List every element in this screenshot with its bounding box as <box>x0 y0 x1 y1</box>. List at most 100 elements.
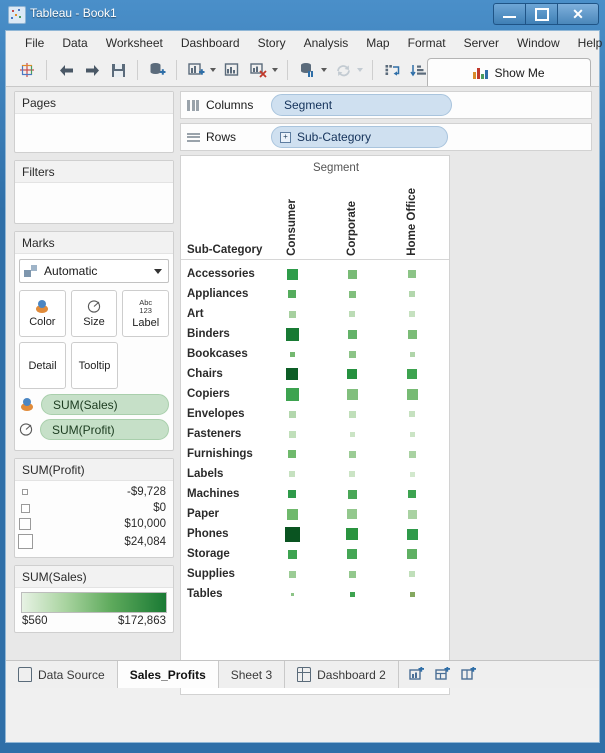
marks-pill-profit[interactable]: SUM(Profit) <box>15 419 173 446</box>
refresh-icon[interactable] <box>330 57 356 83</box>
mark-square[interactable] <box>406 388 418 400</box>
show-me-button[interactable]: Show Me <box>427 58 591 86</box>
mark-square[interactable] <box>409 351 415 357</box>
mark-square[interactable] <box>287 549 297 559</box>
mark-square[interactable] <box>285 387 299 401</box>
mark-square[interactable] <box>288 430 296 438</box>
mark-square[interactable] <box>409 471 415 477</box>
mark-square[interactable] <box>288 290 296 298</box>
size-button[interactable]: Size <box>70 290 118 337</box>
rows-shelf[interactable]: Rows + Sub-Category <box>180 123 592 151</box>
marks-pill-sales[interactable]: SUM(Sales) <box>15 394 173 415</box>
pages-drop-area[interactable] <box>15 114 173 158</box>
close-button[interactable]: ✕ <box>557 3 599 25</box>
mark-square[interactable] <box>408 490 416 498</box>
row-header-storage[interactable]: Storage <box>187 548 230 560</box>
mark-square[interactable] <box>347 549 357 559</box>
mark-square[interactable] <box>347 269 357 279</box>
mark-square[interactable] <box>409 431 415 437</box>
menu-item-data[interactable]: Data <box>53 33 96 53</box>
mark-square[interactable] <box>348 350 356 358</box>
mark-square[interactable] <box>288 490 296 498</box>
size-legend-item[interactable]: $10,000 <box>15 516 173 532</box>
pill-segment[interactable]: Segment <box>271 94 452 116</box>
tab-dashboard-2[interactable]: Dashboard 2 <box>285 661 399 688</box>
expand-plus-icon[interactable]: + <box>280 131 291 143</box>
mark-square[interactable] <box>286 508 298 520</box>
mark-square[interactable] <box>409 591 415 597</box>
minimize-button[interactable] <box>493 3 525 25</box>
data-pause-icon[interactable] <box>294 57 320 83</box>
mark-square[interactable] <box>347 329 357 339</box>
mark-square[interactable] <box>408 450 416 458</box>
menu-item-file[interactable]: File <box>16 33 53 53</box>
row-header-tables[interactable]: Tables <box>187 588 223 600</box>
tab-sales-profits[interactable]: Sales_Profits <box>117 661 219 688</box>
mark-square[interactable] <box>347 489 357 499</box>
pill-sub-category[interactable]: + Sub-Category <box>271 126 448 148</box>
column-header-home-office[interactable]: Home Office <box>406 188 418 256</box>
mark-square[interactable] <box>349 591 355 597</box>
mark-square[interactable] <box>407 329 417 339</box>
mark-type-dropdown[interactable]: Automatic <box>19 259 169 283</box>
row-header-labels[interactable]: Labels <box>187 468 223 480</box>
mark-square[interactable] <box>348 290 356 298</box>
mark-square[interactable] <box>348 410 356 418</box>
row-header-supplies[interactable]: Supplies <box>187 568 235 580</box>
row-header-appliances[interactable]: Appliances <box>187 288 248 300</box>
new-worksheet-icon[interactable] <box>409 666 425 682</box>
menu-item-dashboard[interactable]: Dashboard <box>172 33 249 53</box>
mark-square[interactable] <box>288 570 296 578</box>
data-pause-dropdown-icon[interactable] <box>321 68 327 72</box>
mark-square[interactable] <box>409 311 415 317</box>
size-legend-item[interactable]: $0 <box>15 500 173 516</box>
color-button[interactable]: Color <box>19 290 66 337</box>
row-header-fasteners[interactable]: Fasteners <box>187 428 241 440</box>
refresh-dropdown-icon[interactable] <box>357 68 363 72</box>
forward-arrow-icon[interactable] <box>79 57 105 83</box>
row-header-accessories[interactable]: Accessories <box>187 268 255 280</box>
menu-item-format[interactable]: Format <box>399 33 455 53</box>
column-header-consumer[interactable]: Consumer <box>286 199 298 256</box>
mark-square[interactable] <box>407 509 417 519</box>
new-dashboard-icon[interactable] <box>219 57 245 83</box>
new-data-source-icon[interactable] <box>144 57 170 83</box>
mark-square[interactable] <box>408 270 416 278</box>
mark-square[interactable] <box>348 570 356 578</box>
tooltip-button[interactable]: Tooltip <box>71 342 118 389</box>
size-legend-item[interactable]: $24,084 <box>15 532 173 551</box>
worksheet-view[interactable]: Segment Consumer Corporate Home Office Sub… <box>180 155 450 695</box>
row-header-paper[interactable]: Paper <box>187 508 219 520</box>
swap-rows-columns-icon[interactable] <box>379 57 405 83</box>
mark-square[interactable] <box>285 327 299 341</box>
row-header-envelopes[interactable]: Envelopes <box>187 408 245 420</box>
new-worksheet-icon[interactable] <box>183 57 209 83</box>
mark-square[interactable] <box>347 509 357 519</box>
mark-square[interactable] <box>407 549 417 559</box>
save-icon[interactable] <box>105 57 131 83</box>
row-header-bookcases[interactable]: Bookcases <box>187 348 248 360</box>
row-header-furnishings[interactable]: Furnishings <box>187 448 253 460</box>
mark-square[interactable] <box>409 291 415 297</box>
tab-sheet-3[interactable]: Sheet 3 <box>219 661 286 688</box>
mark-square[interactable] <box>349 311 355 317</box>
mark-square[interactable] <box>406 528 418 540</box>
mark-square[interactable] <box>409 411 415 417</box>
row-header-machines[interactable]: Machines <box>187 488 239 500</box>
mark-square[interactable] <box>289 351 295 357</box>
mark-square[interactable] <box>347 369 357 379</box>
column-header-corporate[interactable]: Corporate <box>346 201 358 256</box>
back-arrow-icon[interactable] <box>53 57 79 83</box>
menu-item-story[interactable]: Story <box>249 33 295 53</box>
mark-square[interactable] <box>349 471 355 477</box>
mark-square[interactable] <box>286 368 298 380</box>
menu-item-server[interactable]: Server <box>455 33 508 53</box>
tab-data-source[interactable]: Data Source <box>6 661 118 688</box>
menu-item-window[interactable]: Window <box>508 33 569 53</box>
new-worksheet-dropdown-icon[interactable] <box>210 68 216 72</box>
menu-item-map[interactable]: Map <box>357 33 398 53</box>
new-dashboard-icon[interactable] <box>435 666 451 682</box>
row-header-phones[interactable]: Phones <box>187 528 229 540</box>
mark-square[interactable] <box>288 310 296 318</box>
menu-item-help[interactable]: Help <box>569 33 605 53</box>
